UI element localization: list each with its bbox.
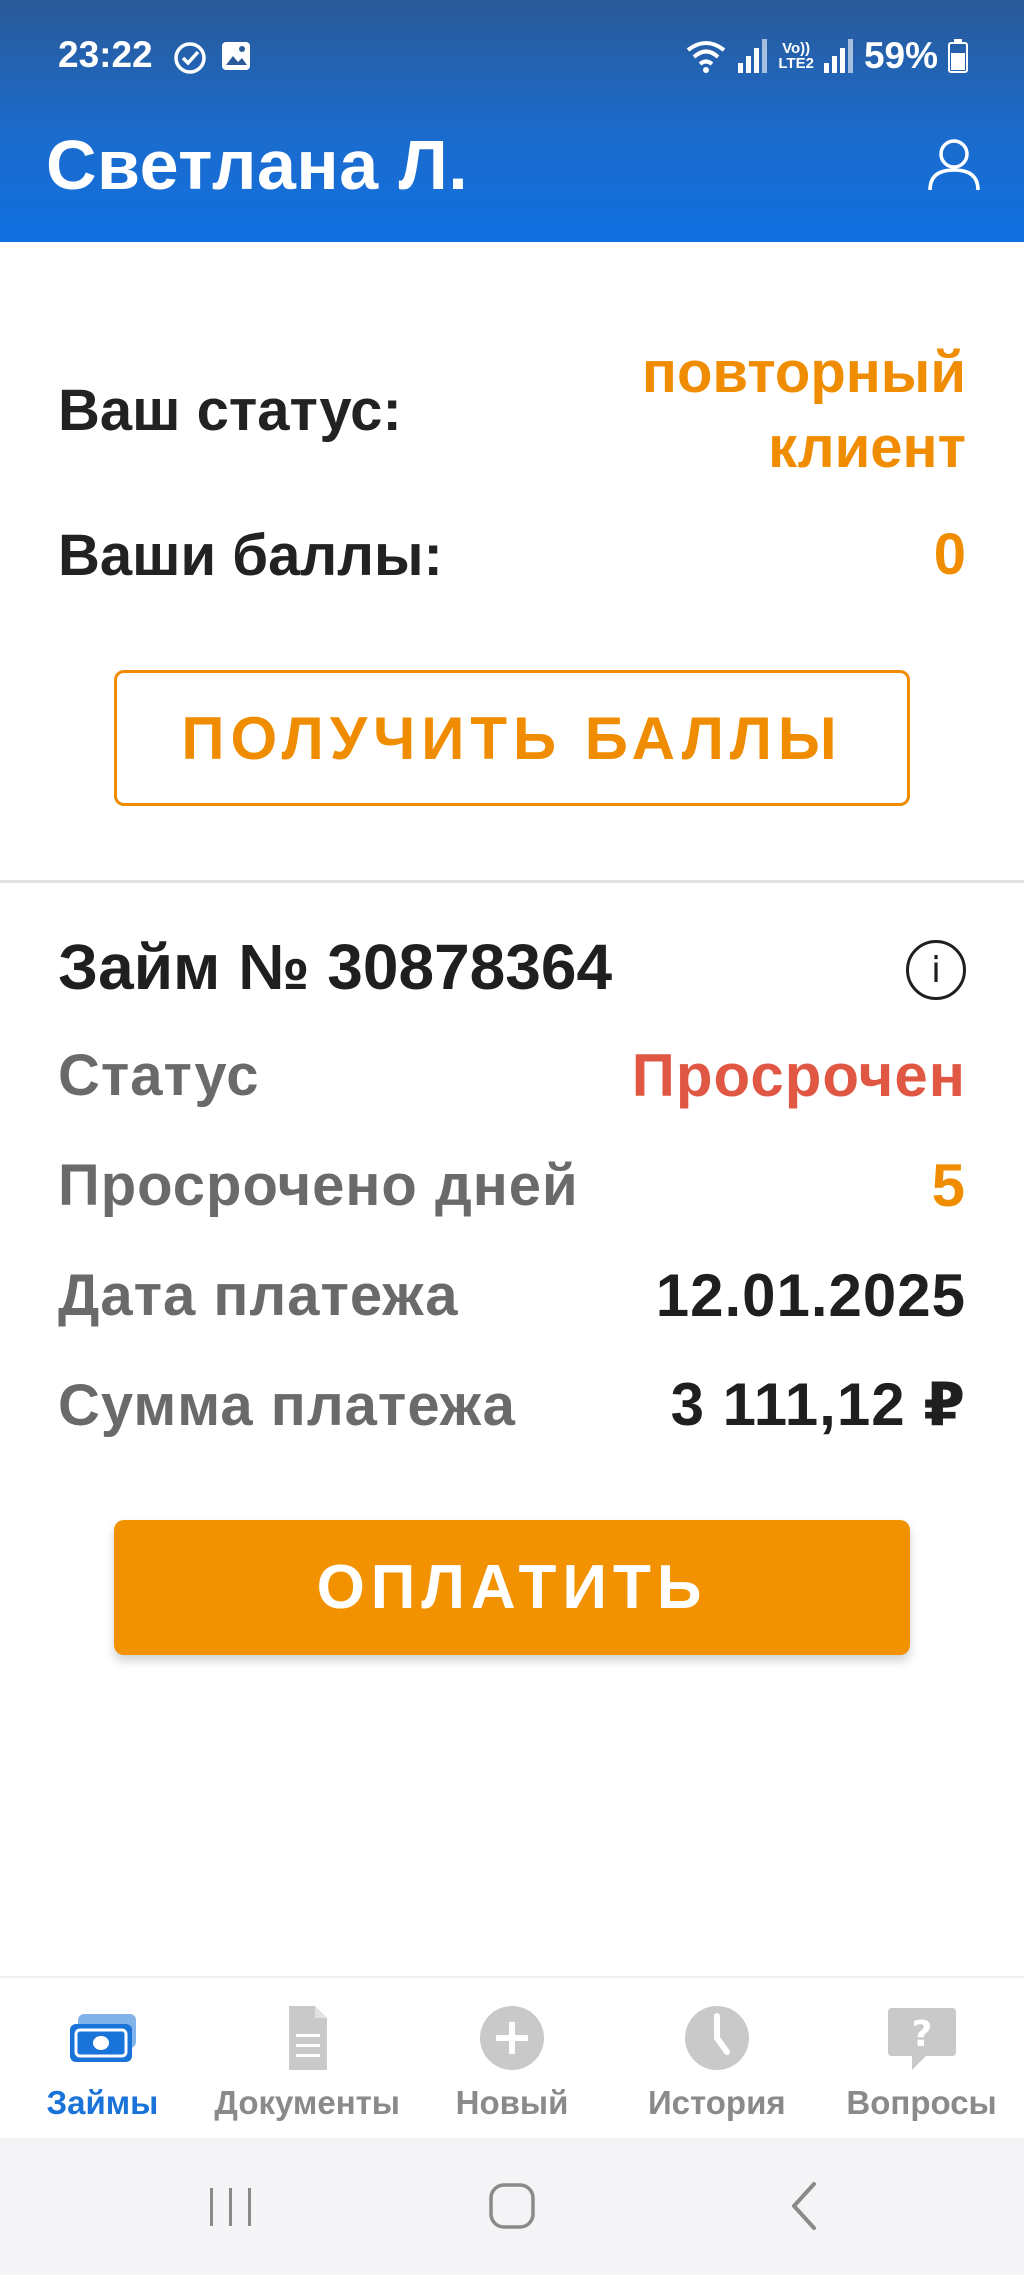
back-icon[interactable]: [770, 2176, 840, 2236]
nav-item-loans[interactable]: Займы: [0, 1978, 205, 2138]
client-status-row: Ваш статус: повторный клиент: [58, 335, 966, 485]
app-header: 23:22 Vo)) LTE2 59% Светлана Л.: [0, 0, 1024, 242]
document-icon: [289, 2006, 328, 2070]
nav-item-questions[interactable]: ? Вопросы: [819, 1978, 1024, 2138]
plus-circle-icon: [479, 2006, 544, 2070]
loan-status-label: Статус: [58, 1042, 260, 1108]
client-status-value-line2: клиент: [768, 415, 966, 480]
image-icon: [222, 42, 250, 70]
wifi-icon: [687, 41, 726, 73]
page-title: Светлана Л.: [46, 126, 469, 204]
loan-date-value: 12.01.2025: [655, 1261, 966, 1329]
nav-item-new[interactable]: Новый: [410, 1978, 615, 2138]
network-text: LTE2: [778, 55, 814, 72]
home-icon[interactable]: [477, 2176, 547, 2236]
loan-overdue-label: Просрочено дней: [58, 1152, 579, 1218]
section-divider: [0, 880, 1024, 883]
client-status-label: Ваш статус:: [58, 377, 402, 443]
nav-label-loans: Займы: [46, 2084, 159, 2121]
loan-date-label: Дата платежа: [58, 1262, 459, 1328]
info-icon[interactable]: i: [906, 940, 966, 1000]
loan-amount-value: 3 111,12 ₽: [670, 1371, 966, 1438]
loan-amount-row: Сумма платежа 3 111,12 ₽: [58, 1365, 966, 1445]
nav-label-new: Новый: [455, 2084, 569, 2121]
bottom-nav: Займы Документы Новый История ? Вопросы: [0, 1976, 1024, 2138]
signal-icon-2: [823, 39, 853, 73]
loan-status-value: Просрочен: [631, 1041, 966, 1109]
loan-overdue-row: Просрочено дней 5: [58, 1145, 966, 1225]
loan-overdue-value: 5: [931, 1151, 966, 1219]
status-right-group: Vo)) LTE2 59%: [684, 34, 968, 78]
check-circle-icon: [174, 42, 206, 74]
signal-icon: [738, 39, 768, 73]
client-points-row: Ваши баллы: 0: [58, 515, 966, 595]
loan-status-row: Статус Просрочен: [58, 1035, 966, 1115]
loan-title: Займ № 30878364: [58, 931, 613, 1003]
nav-label-documents: Документы: [214, 2084, 400, 2121]
client-status-value-line1: повторный: [641, 339, 966, 405]
status-bar: 23:22 Vo)) LTE2 59%: [0, 0, 1024, 115]
recent-apps-icon[interactable]: [196, 2176, 266, 2236]
client-points-value: 0: [933, 522, 966, 588]
volte-badge: Vo)) LTE2: [778, 41, 814, 71]
battery-percent: 59%: [863, 35, 938, 76]
loan-amount-label: Сумма платежа: [58, 1372, 516, 1438]
client-points-label: Ваши баллы:: [58, 522, 443, 588]
nav-label-questions: Вопросы: [846, 2084, 997, 2121]
client-status-value: повторный клиент: [642, 335, 966, 486]
status-time: 23:22: [58, 34, 153, 75]
pay-button[interactable]: ОПЛАТИТЬ: [114, 1520, 910, 1655]
loan-date-row: Дата платежа 12.01.2025: [58, 1255, 966, 1335]
volte-text: Vo)): [782, 40, 811, 57]
get-points-button[interactable]: ПОЛУЧИТЬ БАЛЛЫ: [114, 670, 910, 806]
nav-item-history[interactable]: История: [614, 1978, 819, 2138]
money-icon: [70, 2014, 137, 2062]
user-icon[interactable]: [922, 132, 986, 196]
nav-item-documents[interactable]: Документы: [205, 1978, 410, 2138]
nav-label-history: История: [647, 2084, 786, 2121]
question-bubble-icon: ?: [887, 2008, 956, 2070]
clock-icon: [684, 2006, 749, 2070]
system-nav-bar: [0, 2138, 1024, 2275]
battery-icon: [948, 39, 968, 73]
svg-text:?: ?: [911, 2014, 932, 2055]
